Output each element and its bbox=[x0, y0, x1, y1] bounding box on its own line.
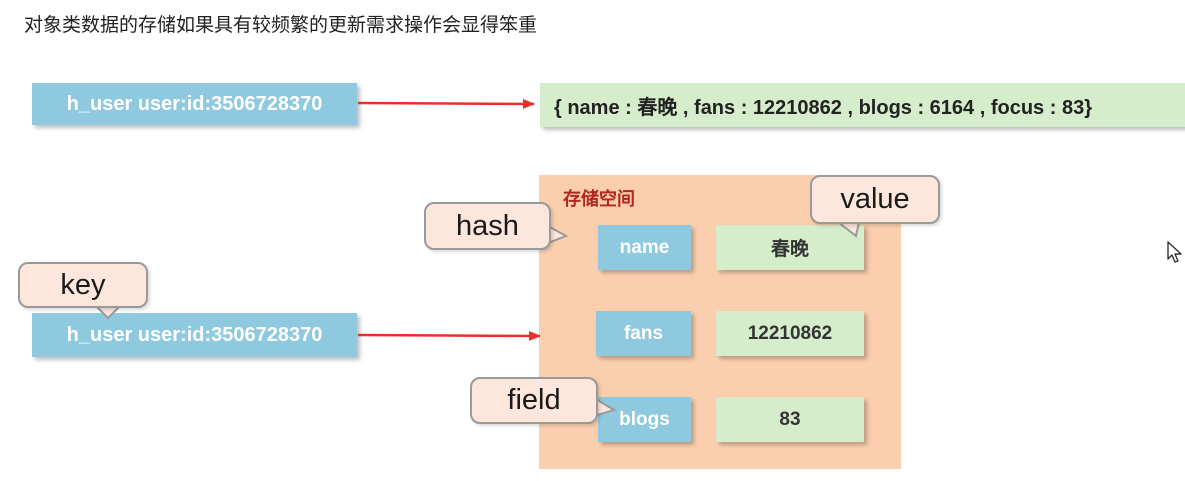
key-callout: key bbox=[18, 262, 148, 308]
value-callout: value bbox=[810, 175, 940, 224]
mouse-cursor-icon bbox=[1167, 241, 1182, 263]
top-arrow bbox=[357, 98, 535, 109]
hash-arrow bbox=[357, 330, 541, 341]
hash-callout: hash bbox=[424, 202, 551, 250]
value-callout-tail bbox=[835, 221, 861, 238]
field-callout: field bbox=[470, 377, 598, 424]
